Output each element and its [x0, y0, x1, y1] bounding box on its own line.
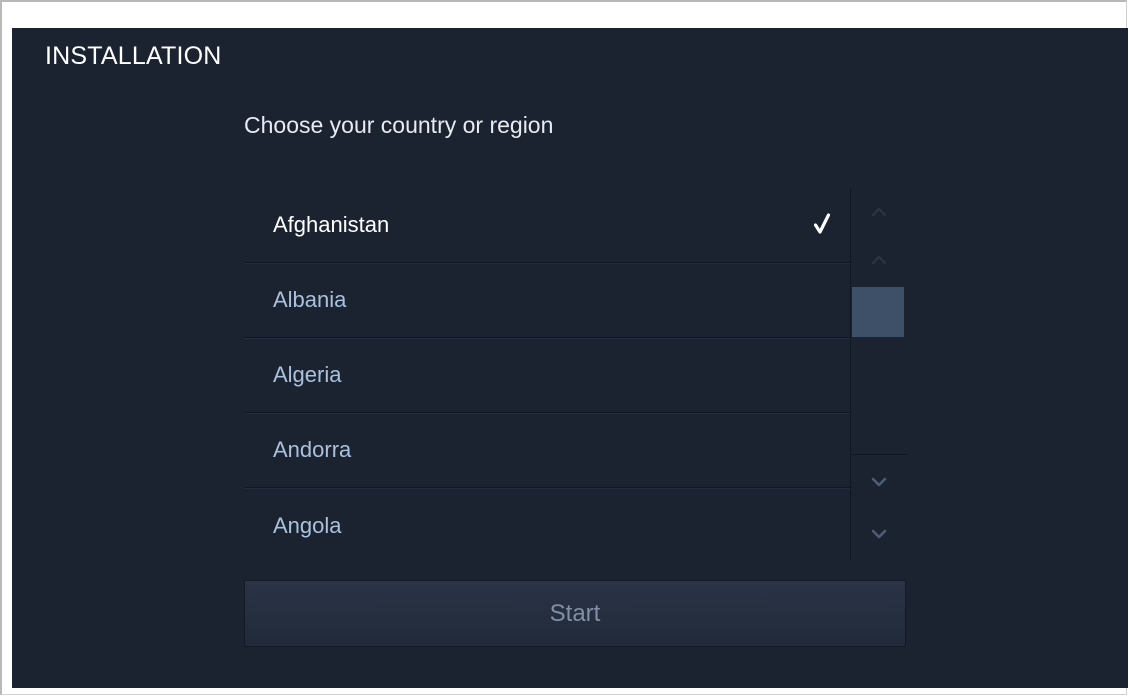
page-down-icon[interactable]: [869, 524, 889, 544]
page-up-icon[interactable]: [869, 202, 889, 222]
list-item[interactable]: Andorra: [244, 413, 850, 488]
list-item[interactable]: Afghanistan: [244, 188, 850, 263]
list-item-label: Angola: [273, 512, 342, 538]
country-prompt: Choose your country or region: [244, 112, 554, 138]
list-item-label: Andorra: [273, 437, 352, 462]
start-button[interactable]: Start: [244, 580, 906, 647]
scroll-up-icon[interactable]: [869, 250, 889, 270]
window-frame: INSTALLATION Choose your country or regi…: [0, 0, 1128, 695]
list-item[interactable]: Albania: [244, 263, 850, 338]
country-list: Afghanistan Albania Algeria Andorra Ango…: [244, 188, 850, 563]
list-scrollbar[interactable]: [850, 188, 908, 561]
list-item-label: Afghanistan: [273, 212, 390, 237]
list-item-label: Algeria: [273, 362, 342, 387]
scroll-down-icon[interactable]: [869, 472, 889, 492]
list-item-label: Albania: [273, 287, 347, 312]
start-button-label: Start: [549, 599, 601, 627]
scroll-thumb[interactable]: [852, 287, 904, 337]
page-title: INSTALLATION: [45, 42, 222, 70]
checkmark-icon: [814, 213, 830, 234]
list-item[interactable]: Algeria: [244, 338, 850, 413]
scroll-divider: [851, 454, 908, 455]
list-item[interactable]: Angola: [244, 488, 850, 563]
installation-screen: INSTALLATION Choose your country or regi…: [12, 28, 1128, 688]
